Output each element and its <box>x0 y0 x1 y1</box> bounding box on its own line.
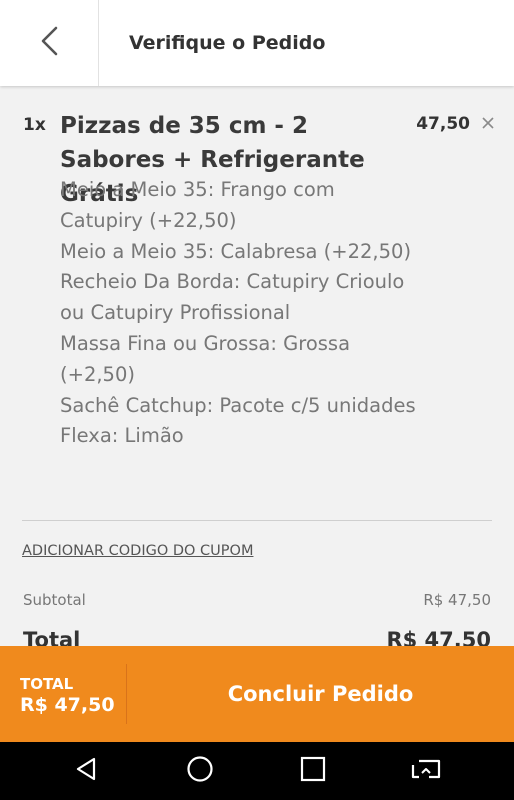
footer-total-value: R$ 47,50 <box>20 694 115 716</box>
subtotal-value: R$ 47,50 <box>423 591 491 609</box>
item-option: Flexa: Limão <box>60 424 184 448</box>
total-label: Total <box>23 628 81 646</box>
home-circle-icon <box>186 755 214 787</box>
item-option: Meio a Meio 35: Frango com Catupiry (+22… <box>60 178 335 232</box>
back-triangle-icon <box>74 756 100 786</box>
item-option: Recheio Da Borda: Catupiry Crioulo ou Ca… <box>60 270 405 325</box>
remove-item-button[interactable] <box>478 111 498 135</box>
item-quantity: 1x <box>23 115 46 135</box>
item-option: Meio a Meio 35: Calabresa (+22,50) <box>60 239 412 263</box>
nav-home-button[interactable] <box>170 742 230 800</box>
nav-recents-button[interactable] <box>283 742 343 800</box>
nav-cast-button[interactable] <box>396 742 456 800</box>
nav-back-button[interactable] <box>57 742 117 800</box>
close-icon <box>482 114 494 133</box>
checkout-footer: TOTAL R$ 47,50 Concluir Pedido <box>0 646 514 742</box>
page-title: Verifique o Pedido <box>129 32 326 54</box>
confirm-order-button[interactable]: Concluir Pedido <box>127 646 514 742</box>
item-option: Massa Fina ou Grossa: Grossa (+2,50) <box>60 331 351 386</box>
system-navbar <box>0 742 514 800</box>
subtotal-label: Subtotal <box>23 591 86 609</box>
item-options-list: Meio a Meio 35: Frango com Catupiry (+22… <box>60 175 420 452</box>
add-coupon-link[interactable]: ADICIONAR CODIGO DO CUPOM <box>22 543 253 559</box>
footer-total: TOTAL R$ 47,50 <box>20 676 115 717</box>
total-value: R$ 47,50 <box>386 628 491 646</box>
item-price: 47,50 <box>416 114 470 134</box>
divider <box>22 520 492 521</box>
order-content: 1x Pizzas de 35 cm - 2 Sabores + Refrige… <box>0 86 514 646</box>
app-header: Verifique o Pedido <box>0 0 514 86</box>
chevron-left-icon <box>39 25 59 61</box>
screen-cast-icon <box>409 756 443 786</box>
recents-square-icon <box>300 756 326 786</box>
footer-total-label: TOTAL <box>20 675 74 693</box>
back-button[interactable] <box>0 0 99 86</box>
item-option: Sachê Catchup: Pacote c/5 unidades <box>60 393 416 417</box>
